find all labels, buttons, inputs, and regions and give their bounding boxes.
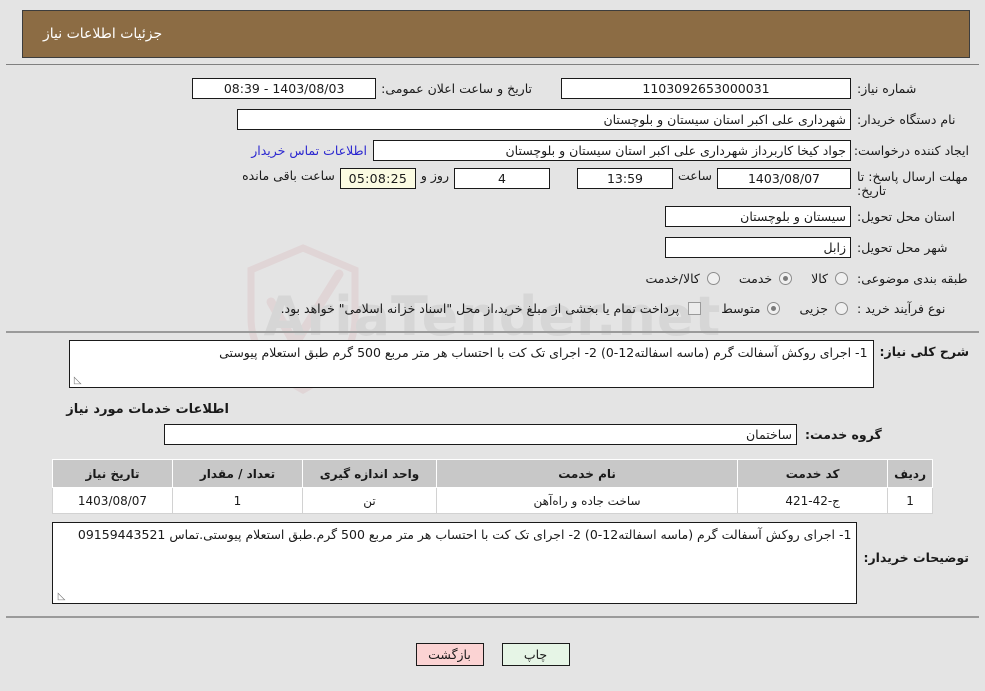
treasury-bonds-label: پرداخت تمام یا بخشی از مبلغ خرید،از محل … — [280, 300, 680, 316]
buyer-contact-link[interactable]: اطلاعات تماس خریدار — [245, 143, 373, 158]
main-panel: شماره نیاز: 1103092653000031 تاریخ و ساع… — [6, 64, 979, 618]
radio-label-jozei: جزیی — [799, 300, 828, 316]
print-button[interactable]: چاپ — [501, 643, 570, 666]
deadline-timer-suffix: ساعت باقی مانده — [242, 168, 335, 183]
row-buyer-org: نام دستگاه خریدار: شهرداری علی اکبر استا… — [6, 106, 979, 132]
service-group-value: ساختمان — [164, 423, 797, 445]
radio-label-khedmat: خدمت — [738, 270, 773, 286]
general-description-text: 1- اجرای روکش آسفالت گرم (ماسه اسفالته12… — [219, 345, 868, 360]
page-title: جزئیات اطلاعات نیاز — [43, 26, 163, 42]
th-index: ردیف — [887, 459, 933, 488]
delivery-province-value: سیستان و بلوچستان — [665, 205, 851, 227]
row-delivery-province: استان محل تحویل: سیستان و بلوچستان — [6, 203, 979, 229]
table-header-row: ردیف کد خدمت نام خدمت واحد اندازه گیری ت… — [52, 459, 933, 488]
buyer-notes-label: توضیحات خریدار: — [863, 550, 969, 565]
th-quantity: تعداد / مقدار — [172, 459, 303, 488]
deadline-time-label: ساعت — [677, 168, 712, 183]
radio-subject-kala[interactable] — [835, 271, 848, 285]
delivery-province-label: استان محل تحویل: — [857, 208, 956, 224]
deadline-days-suffix: روز و — [420, 168, 449, 183]
services-section: شرح کلی نیاز: 1- اجرای روکش آسفالت گرم (… — [6, 333, 979, 618]
th-unit: واحد اندازه گیری — [302, 459, 437, 488]
subject-classification-label: طبقه بندی موضوعی: — [857, 270, 968, 286]
deadline-label: مهلت ارسال پاسخ: تا تاریخ: — [857, 169, 968, 198]
row-delivery-city: شهر محل تحویل: زابل — [6, 234, 979, 260]
resize-grip-icon[interactable]: ◺ — [72, 376, 82, 386]
row-subject-classification: طبقه بندی موضوعی: کالا خدمت کالا/خدمت — [6, 265, 979, 291]
need-number-label: شماره نیاز: — [857, 80, 917, 96]
cell-service-code: ج-42-421 — [737, 487, 889, 514]
buyer-org-label: نام دستگاه خریدار: — [857, 111, 956, 127]
th-service-code: کد خدمت — [737, 459, 889, 488]
radio-subject-khedmat[interactable] — [779, 271, 793, 285]
cell-service-name: ساخت جاده و راه‌آهن — [435, 487, 739, 514]
buyer-notes-value[interactable]: 1- اجرای روکش آسفالت گرم (ماسه اسفالته12… — [52, 522, 858, 604]
page-header: جزئیات اطلاعات نیاز — [22, 10, 970, 58]
cell-quantity: 1 — [172, 487, 303, 514]
service-group-label: گروه خدمت: — [805, 426, 882, 442]
row-general-description: شرح کلی نیاز: 1- اجرای روکش آسفالت گرم (… — [6, 333, 979, 394]
treasury-bonds-checkbox[interactable] — [688, 301, 702, 315]
need-details-page: AriaTender.net جزئیات اطلاعات نیاز شماره… — [0, 0, 985, 691]
radio-process-jozei[interactable] — [835, 301, 848, 315]
deadline-date-value: 1403/08/07 — [717, 168, 851, 189]
buyer-org-value: شهرداری علی اکبر استان سیستان و بلوچستان — [237, 108, 851, 130]
request-creator-value: جواد کیخا کاربرداز شهرداری علی اکبر استا… — [373, 139, 851, 161]
radio-label-kala: کالا — [811, 270, 828, 286]
general-description-value[interactable]: 1- اجرای روکش آسفالت گرم (ماسه اسفالته12… — [68, 340, 874, 388]
announce-datetime-value: 1403/08/03 - 08:39 — [192, 77, 377, 99]
delivery-city-label: شهر محل تحویل: — [857, 239, 948, 255]
back-button[interactable]: بازگشت — [415, 643, 484, 666]
cell-unit: تن — [302, 487, 437, 514]
cell-index: 1 — [887, 487, 933, 514]
table-row[interactable]: 1 ج-42-421 ساخت جاده و راه‌آهن تن 1 1403… — [52, 487, 933, 514]
row-deadline: مهلت ارسال پاسخ: تا تاریخ: 1403/08/07 سا… — [6, 168, 979, 198]
deadline-countdown-timer: 05:08:25 — [339, 168, 416, 189]
cell-need-date: 1403/08/07 — [52, 487, 173, 514]
services-table: ردیف کد خدمت نام خدمت واحد اندازه گیری ت… — [52, 459, 933, 514]
radio-label-kala-khedmat: کالا/خدمت — [645, 270, 700, 286]
need-info-section: شماره نیاز: 1103092653000031 تاریخ و ساع… — [6, 65, 979, 333]
resize-grip-icon[interactable]: ◺ — [55, 592, 66, 602]
delivery-city-value: زابل — [665, 236, 851, 258]
general-description-label: شرح کلی نیاز: — [879, 344, 969, 359]
services-table-wrap: ردیف کد خدمت نام خدمت واحد اندازه گیری ت… — [6, 453, 979, 522]
footer-actions: چاپ بازگشت — [0, 643, 985, 666]
th-need-date: تاریخ نیاز — [52, 459, 173, 488]
request-creator-label: ایجاد کننده درخواست: — [853, 142, 969, 158]
services-heading: اطلاعات خدمات مورد نیاز — [66, 402, 229, 417]
announce-datetime-label: تاریخ و ساعت اعلان عمومی: — [381, 80, 532, 96]
row-need-number: شماره نیاز: 1103092653000031 تاریخ و ساع… — [6, 75, 979, 101]
buyer-notes-text: 1- اجرای روکش آسفالت گرم (ماسه اسفالته12… — [77, 527, 852, 542]
th-service-name: نام خدمت — [435, 459, 739, 488]
radio-process-motevaset[interactable] — [767, 301, 781, 315]
row-purchase-process: نوع فرآیند خرید : جزیی متوسط پرداخت تمام… — [6, 295, 979, 321]
deadline-days-value: 4 — [453, 168, 550, 189]
row-buyer-notes: توضیحات خریدار: 1- اجرای روکش آسفالت گرم… — [6, 522, 979, 616]
radio-subject-kala-khedmat[interactable] — [706, 271, 720, 285]
need-number-value: 1103092653000031 — [561, 77, 851, 99]
radio-label-motevaset: متوسط — [721, 300, 761, 316]
deadline-time-value: 13:59 — [576, 168, 673, 189]
row-request-creator: ایجاد کننده درخواست: جواد کیخا کاربرداز … — [6, 137, 979, 163]
purchase-process-label: نوع فرآیند خرید : — [857, 300, 946, 316]
row-service-group: گروه خدمت: ساختمان — [6, 421, 979, 447]
